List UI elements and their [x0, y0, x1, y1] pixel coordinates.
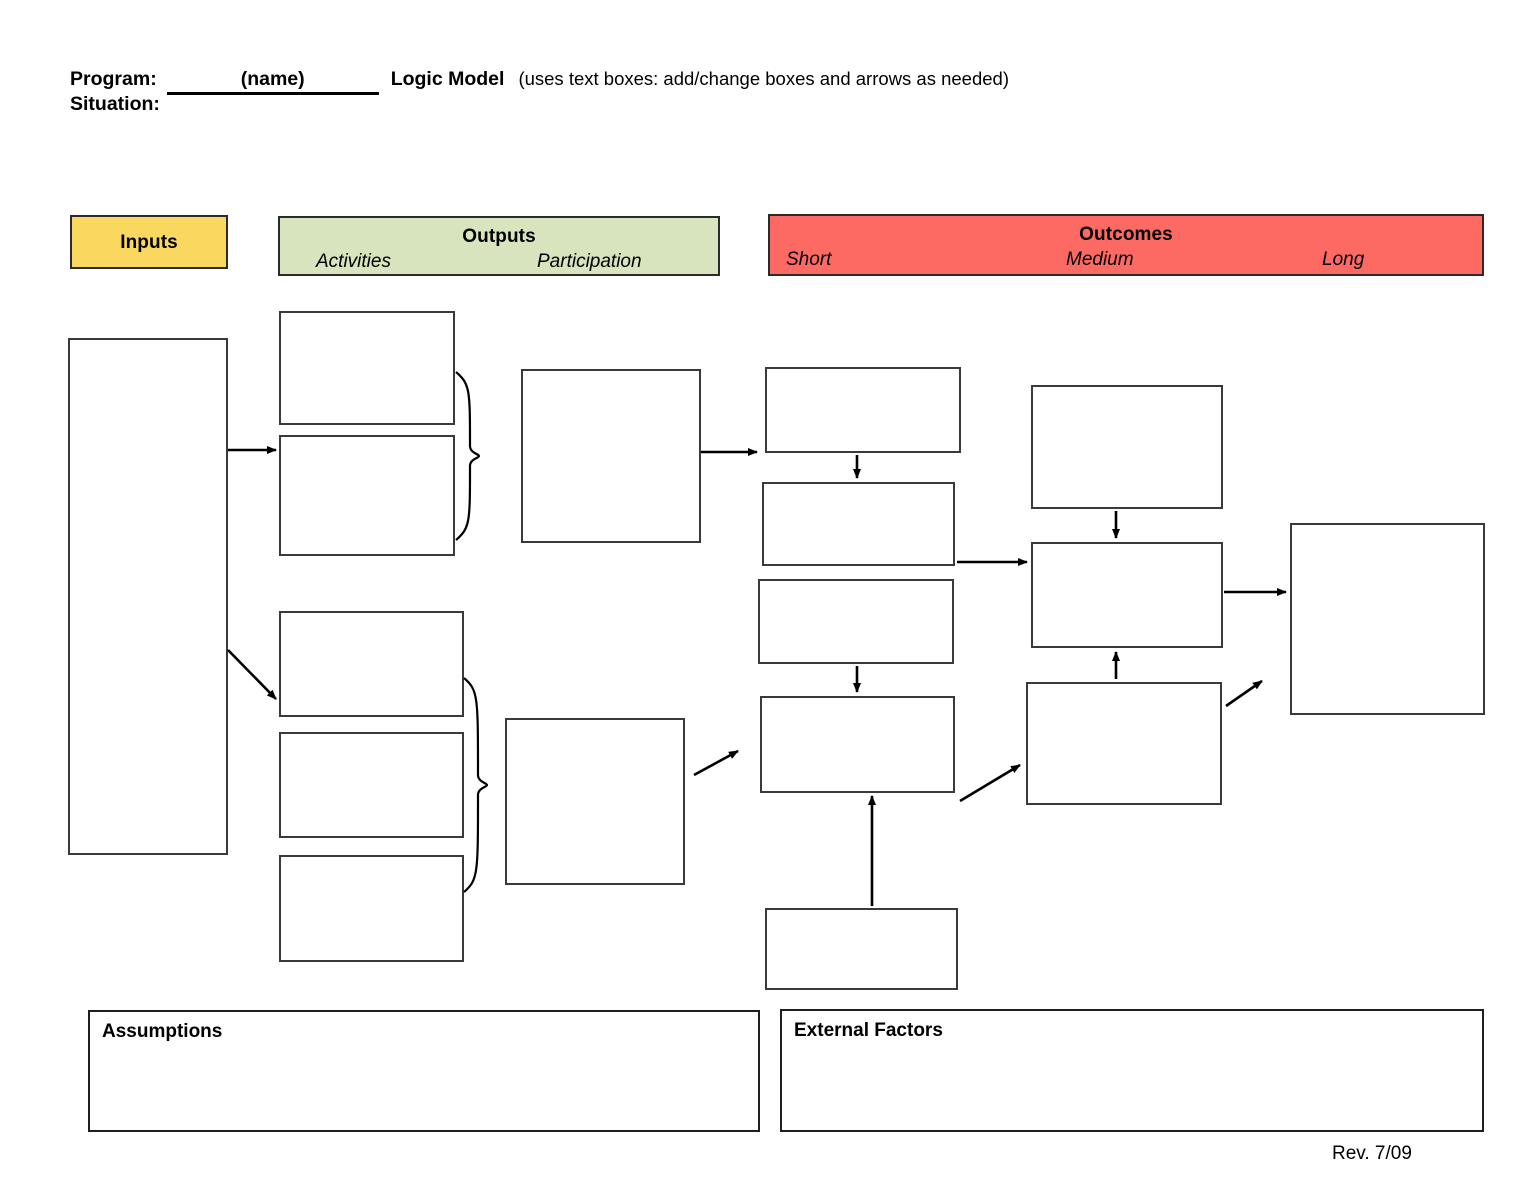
brace-activities-group-1	[455, 371, 481, 541]
short-outcome-box-4[interactable]	[760, 696, 955, 793]
inputs-box[interactable]	[68, 338, 228, 855]
long-outcome-box-1[interactable]	[1290, 523, 1485, 715]
banner-outcomes-title: Outcomes	[1079, 224, 1173, 245]
assumptions-label: Assumptions	[102, 1021, 223, 1042]
activity-box-4[interactable]	[279, 732, 464, 838]
activity-box-1[interactable]	[279, 311, 455, 425]
banner-outputs-participation-label: Participation	[537, 251, 642, 272]
medium-outcome-box-3[interactable]	[1026, 682, 1222, 805]
external-factors-label: External Factors	[794, 1020, 943, 1041]
short-outcome-box-1[interactable]	[765, 367, 961, 453]
banner-outcomes: Outcomes Short Medium Long	[768, 214, 1484, 276]
revision-note: Rev. 7/09	[1332, 1143, 1412, 1164]
activity-box-5[interactable]	[279, 855, 464, 962]
logic-model-note: (uses text boxes: add/change boxes and a…	[518, 68, 1009, 89]
logic-model-page: Program: (name) Logic Model (uses text b…	[0, 0, 1536, 1187]
medium-outcome-box-1[interactable]	[1031, 385, 1223, 509]
banner-outputs-activities-label: Activities	[316, 251, 391, 272]
header-line: Program: (name) Logic Model (uses text b…	[70, 68, 1009, 95]
banner-outcomes-medium-label: Medium	[1066, 249, 1134, 270]
banner-outputs: Outputs Activities Participation	[278, 216, 720, 276]
arrow-short-4-to-medium-3	[959, 763, 1021, 803]
logic-model-title: Logic Model	[390, 68, 505, 90]
banner-outcomes-short-label: Short	[786, 249, 832, 270]
short-outcome-box-3[interactable]	[758, 579, 954, 664]
activity-box-3[interactable]	[279, 611, 464, 717]
short-outcome-box-5[interactable]	[765, 908, 958, 990]
program-name-field[interactable]: (name)	[166, 68, 379, 95]
banner-outcomes-long-label: Long	[1322, 249, 1365, 270]
arrow-medium-3-to-long-1	[1225, 679, 1263, 708]
banner-outputs-title: Outputs	[462, 226, 536, 247]
banner-inputs-title: Inputs	[120, 232, 178, 253]
activity-box-2[interactable]	[279, 435, 455, 556]
banner-inputs: Inputs	[70, 215, 228, 269]
arrow-participation-2-to-short-4	[693, 749, 739, 777]
situation-label: Situation:	[70, 93, 160, 115]
medium-outcome-box-2[interactable]	[1031, 542, 1223, 648]
short-outcome-box-2[interactable]	[762, 482, 955, 566]
arrow-inputs-to-activity-3	[227, 649, 277, 700]
participation-box-2[interactable]	[505, 718, 685, 885]
brace-activities-group-2	[463, 677, 489, 893]
assumptions-panel[interactable]: Assumptions	[88, 1010, 760, 1132]
external-factors-panel[interactable]: External Factors	[780, 1009, 1484, 1132]
participation-box-1[interactable]	[521, 369, 701, 543]
program-label: Program:	[70, 68, 157, 90]
